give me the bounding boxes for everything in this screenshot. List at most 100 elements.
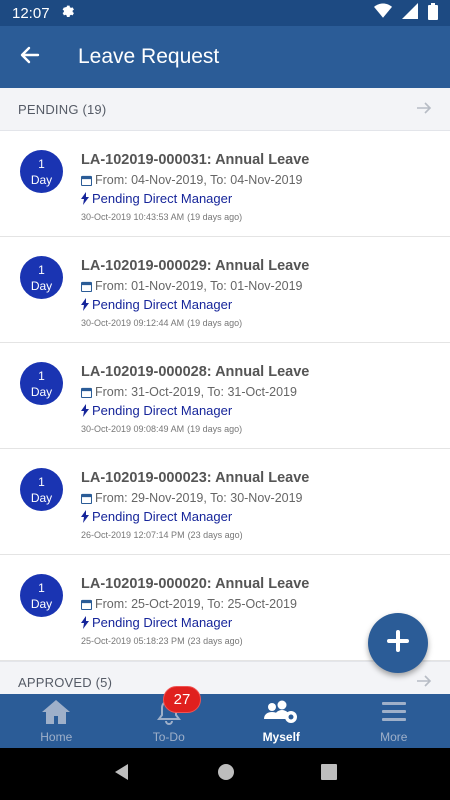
leave-request-item[interactable]: 1 Day LA-102019-000023: Annual Leave Fro… [0,449,450,555]
day-count-badge: 1 Day [20,362,63,405]
leave-request-screen: 12:07 Leave Request PENDING (19) 1 Day L… [0,0,450,800]
day-count-badge: 1 Day [20,468,63,511]
section-header-pending[interactable]: PENDING (19) [0,88,450,131]
request-status: Pending Direct Manager [92,191,233,206]
item-body: LA-102019-000029: Annual Leave From: 01-… [81,256,309,331]
menu-icon [380,699,408,728]
lightning-icon [81,510,89,523]
people-gear-icon [263,699,299,728]
back-triangle-icon[interactable] [113,763,131,786]
todo-count-badge: 27 [163,686,201,713]
request-status: Pending Direct Manager [92,297,233,312]
request-status-row: Pending Direct Manager [81,401,309,420]
request-age: (23 days ago) [187,530,243,540]
leave-request-item[interactable]: 1 Day LA-102019-000029: Annual Leave Fro… [0,237,450,343]
request-age: (19 days ago) [187,318,243,328]
recents-square-icon[interactable] [321,763,337,785]
request-list[interactable]: PENDING (19) 1 Day LA-102019-000031: Ann… [0,88,450,694]
request-status: Pending Direct Manager [92,509,233,524]
item-body: LA-102019-000023: Annual Leave From: 29-… [81,468,309,543]
add-request-button[interactable] [368,613,428,673]
status-time: 12:07 [12,4,50,22]
request-created: 25-Oct-2019 05:18:23 PM [81,636,185,646]
calendar-icon [81,175,92,186]
request-dates: From: 04-Nov-2019, To: 04-Nov-2019 [95,173,303,187]
item-body: LA-102019-000020: Annual Leave From: 25-… [81,574,309,649]
item-body: LA-102019-000031: Annual Leave From: 04-… [81,150,309,225]
day-count-unit: Day [30,384,53,399]
app-bar: Leave Request [0,26,450,88]
request-title: LA-102019-000020: Annual Leave [81,576,310,592]
day-count-number: 1 [38,156,45,171]
request-created: 30-Oct-2019 09:08:49 AM [81,424,185,434]
leave-request-item[interactable]: 1 Day LA-102019-000031: Annual Leave Fro… [0,131,450,237]
request-timestamp-row: 30-Oct-2019 10:43:53 AM (19 days ago) [81,209,309,225]
request-timestamp-row: 30-Oct-2019 09:08:49 AM (19 days ago) [81,421,309,437]
system-navigation-bar [0,748,450,800]
day-count-badge: 1 Day [20,256,63,299]
arrow-right-icon [416,100,432,119]
day-count-number: 1 [38,580,45,595]
bottom-navigation: Home To-Do Myself More [0,694,450,748]
day-count-unit: Day [30,596,53,611]
page-title: Leave Request [78,45,220,68]
plus-icon [387,629,409,657]
request-dates: From: 25-Oct-2019, To: 25-Oct-2019 [95,597,297,611]
request-created: 30-Oct-2019 09:12:44 AM [81,318,185,328]
home-icon [41,699,71,728]
back-button[interactable] [0,26,60,88]
day-count-number: 1 [38,262,45,277]
request-title: LA-102019-000029: Annual Leave [81,258,310,274]
wifi-icon [374,3,392,23]
request-status-row: Pending Direct Manager [81,507,309,526]
request-dates: From: 29-Nov-2019, To: 30-Nov-2019 [95,491,303,505]
request-status-row: Pending Direct Manager [81,613,309,632]
request-title: LA-102019-000028: Annual Leave [81,364,310,380]
day-count-unit: Day [30,490,53,505]
calendar-icon [81,387,92,398]
day-count-unit: Day [30,278,53,293]
lightning-icon [81,404,89,417]
request-dates-row: From: 25-Oct-2019, To: 25-Oct-2019 [81,595,309,613]
day-count-badge: 1 Day [20,574,63,617]
calendar-icon [81,493,92,504]
request-age: (19 days ago) [187,424,243,434]
lightning-icon [81,298,89,311]
day-count-number: 1 [38,368,45,383]
request-timestamp-row: 26-Oct-2019 12:07:14 PM (23 days ago) [81,527,309,543]
status-bar: 12:07 [0,0,450,26]
nav-item-more[interactable]: More [338,694,450,748]
day-count-badge: 1 Day [20,150,63,193]
calendar-icon [81,281,92,292]
request-dates: From: 31-Oct-2019, To: 31-Oct-2019 [95,385,297,399]
home-circle-icon[interactable] [217,763,235,786]
request-dates-row: From: 01-Nov-2019, To: 01-Nov-2019 [81,277,309,295]
nav-item-myself[interactable]: Myself [225,694,338,748]
request-timestamp-row: 30-Oct-2019 09:12:44 AM (19 days ago) [81,315,309,331]
request-created: 26-Oct-2019 12:07:14 PM [81,530,185,540]
request-title: LA-102019-000023: Annual Leave [81,470,310,486]
battery-icon [428,2,438,24]
request-dates-row: From: 04-Nov-2019, To: 04-Nov-2019 [81,171,309,189]
section-label-pending: PENDING (19) [18,101,107,117]
nav-label-more: More [380,730,408,744]
nav-label-home: Home [40,730,73,744]
request-timestamp-row: 25-Oct-2019 05:18:23 PM (23 days ago) [81,633,309,649]
leave-request-item[interactable]: 1 Day LA-102019-000028: Annual Leave Fro… [0,343,450,449]
request-status: Pending Direct Manager [92,615,233,630]
lightning-icon [81,616,89,629]
request-dates-row: From: 31-Oct-2019, To: 31-Oct-2019 [81,383,309,401]
nav-item-home[interactable]: Home [0,694,113,748]
item-body: LA-102019-000028: Annual Leave From: 31-… [81,362,309,437]
request-status: Pending Direct Manager [92,403,233,418]
section-label-approved: APPROVED (5) [18,675,113,690]
request-age: (19 days ago) [187,212,243,222]
request-status-row: Pending Direct Manager [81,295,309,314]
lightning-icon [81,192,89,205]
arrow-back-icon [20,45,40,70]
day-count-unit: Day [30,172,53,187]
day-count-number: 1 [38,474,45,489]
request-status-row: Pending Direct Manager [81,189,309,208]
nav-label-todo: To-Do [152,730,185,744]
request-age: (23 days ago) [187,636,243,646]
